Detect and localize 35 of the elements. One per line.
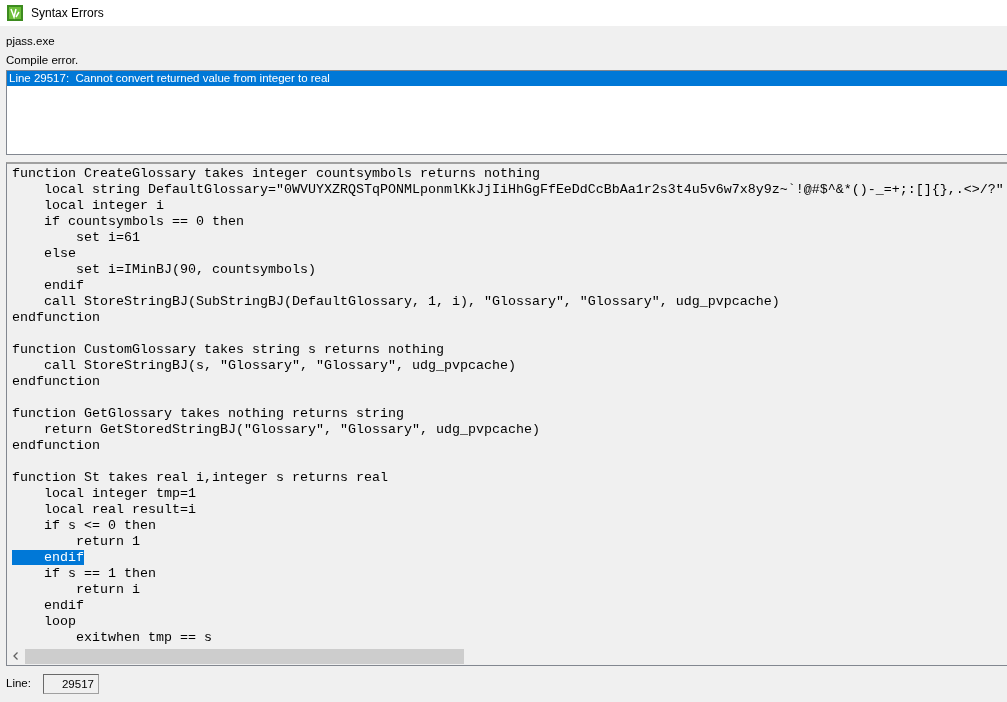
line-field[interactable]: 29517 bbox=[42, 673, 99, 694]
chevron-left-icon bbox=[13, 652, 18, 661]
code-line: if s <= 0 then bbox=[43, 517, 156, 533]
code-line: endif bbox=[43, 277, 84, 293]
code-line: if s == 1 then bbox=[43, 565, 156, 581]
error-message: Compile error. bbox=[6, 52, 79, 68]
code-line: return 1 bbox=[75, 533, 140, 549]
code-line: return GetStoredStringBJ("Glossary", "Glossary", udg_pvpcache) bbox=[43, 421, 540, 437]
code-line: endfunction bbox=[12, 309, 100, 325]
program-name: pjass.exe bbox=[6, 33, 55, 49]
code-line: endif bbox=[43, 597, 84, 613]
code-line: set i=61 bbox=[75, 229, 140, 245]
code-line: function CreateGlossary takes integer countsymbols returns nothing bbox=[12, 165, 540, 181]
code-line: set i=IMinBJ(90, countsymbols) bbox=[75, 261, 316, 277]
code-line: else bbox=[43, 245, 76, 261]
code-line: function CustomGlossary takes string s returns nothing bbox=[12, 341, 444, 357]
code-line: function St takes real i,integer s returns real bbox=[12, 469, 388, 485]
code-line: local integer tmp=1 bbox=[43, 485, 196, 501]
window-title: Syntax Errors bbox=[31, 5, 104, 22]
code-line: loop bbox=[43, 613, 76, 629]
code-line: exitwhen tmp == s bbox=[75, 629, 212, 645]
code-line: local real result=i bbox=[43, 501, 196, 517]
code-line: endfunction bbox=[12, 437, 100, 453]
line-label: Line: bbox=[6, 676, 31, 692]
scrollbar-thumb[interactable] bbox=[25, 648, 464, 664]
code-line: call StoreStringBJ(s, "Glossary", "Glossary", udg_pvpcache) bbox=[43, 357, 516, 373]
code-line: function GetGlossary takes nothing returns string bbox=[12, 405, 404, 421]
code-line: local string DefaultGlossary="0WVUYXZRQSTqPONMLponmlKkJjIiHhGgFfEeDdCcBbAa1r2s3t4u5v6w7x8y9z~`!@#$^&*()-_=+;:[]{},.<>/?" bbox=[43, 181, 1004, 197]
code-line: if countsymbols == 0 then bbox=[43, 213, 244, 229]
code-line: call StoreStringBJ(SubStringBJ(DefaultGlossary, 1, i), "Glossary", "Glossary", udg_pvpcache) bbox=[43, 293, 780, 309]
app-icon bbox=[7, 5, 23, 21]
error-item[interactable]: Line 29517: Cannot convert returned value from integer to real bbox=[7, 70, 1007, 86]
code-line: return i bbox=[75, 581, 140, 597]
code-line: local integer i bbox=[43, 197, 164, 213]
code-line: endfunction bbox=[12, 373, 100, 389]
